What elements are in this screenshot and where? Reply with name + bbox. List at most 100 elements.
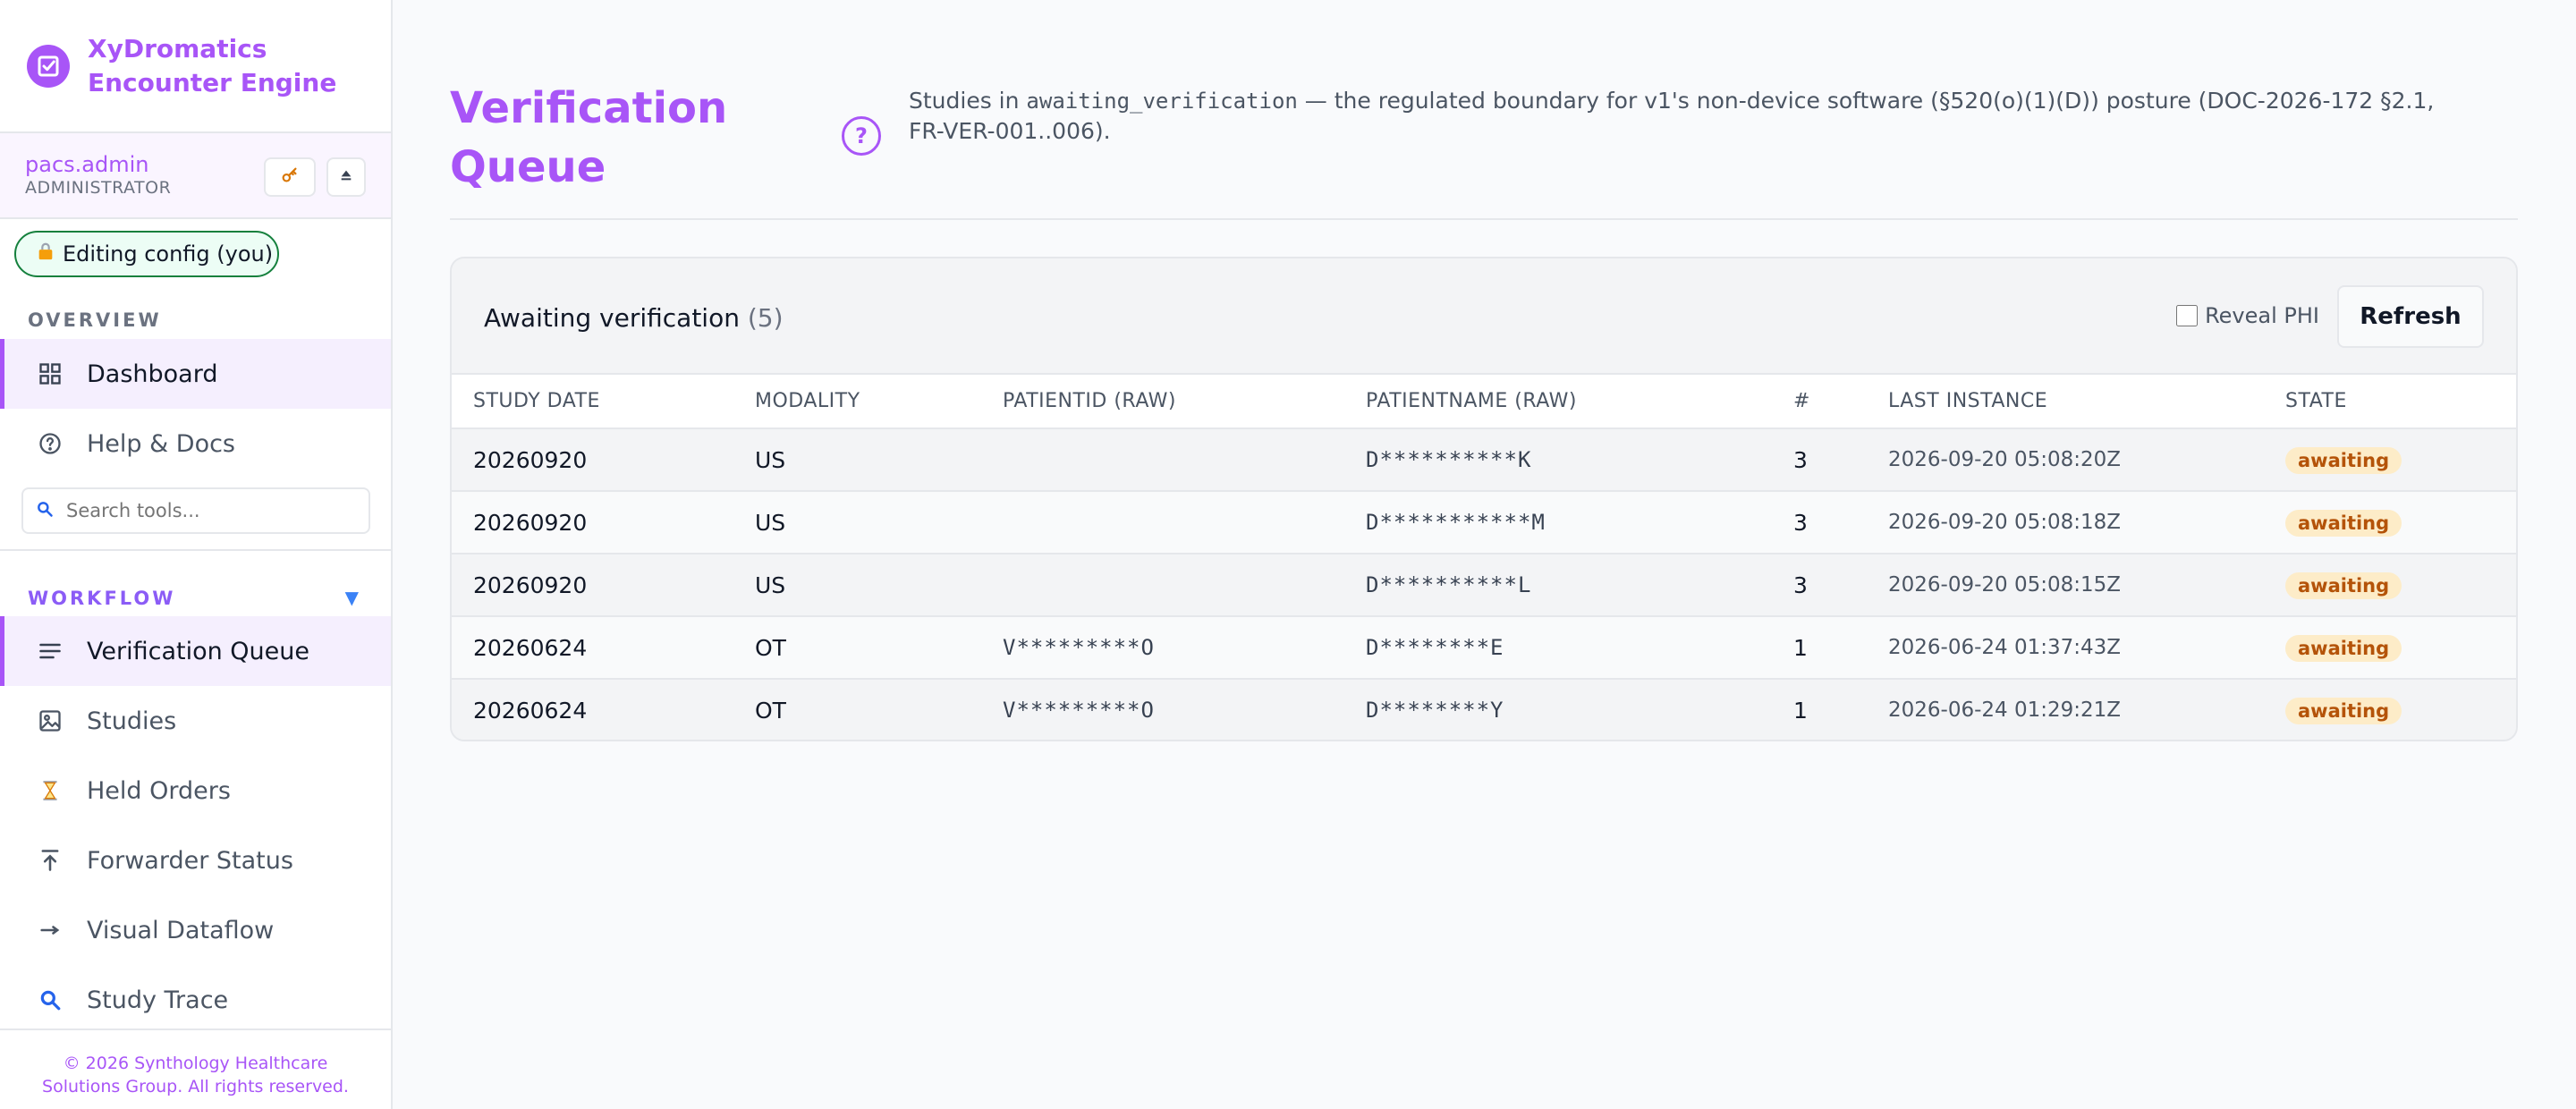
state-badge: awaiting bbox=[2285, 697, 2402, 724]
col-state[interactable]: STATE bbox=[2264, 375, 2516, 429]
cell-study-date: 20260920 bbox=[473, 446, 588, 473]
table-row[interactable]: 20260920 US D**********L 3 2026-09-20 05… bbox=[452, 554, 2516, 616]
eject-icon bbox=[339, 168, 353, 187]
sidebar-item-label: Study Trace bbox=[87, 986, 229, 1014]
section-label-workflow: WORKFLOW bbox=[28, 588, 176, 609]
sidebar-item-label: Visual Dataflow bbox=[87, 916, 275, 944]
table-row[interactable]: 20260920 US D***********M 3 2026-09-20 0… bbox=[452, 491, 2516, 554]
cell-modality: US bbox=[755, 571, 786, 598]
help-question-icon[interactable]: ? bbox=[842, 116, 881, 156]
main-content: Verification Queue ? Studies in awaiting… bbox=[393, 0, 2576, 1109]
cell-patient-id bbox=[981, 428, 1344, 491]
cell-patient-id: V*********O bbox=[1003, 698, 1155, 723]
state-badge: awaiting bbox=[2285, 509, 2402, 537]
footer-line-1: © 2026 Synthology Healthcare bbox=[63, 1054, 328, 1073]
brand-name: XyDromatics Encounter Engine bbox=[88, 32, 336, 100]
col-patient-name[interactable]: PATIENTNAME (RAW) bbox=[1344, 375, 1772, 429]
sidebar-item-verification-queue[interactable]: Verification Queue bbox=[0, 616, 391, 686]
cell-state: awaiting bbox=[2264, 679, 2516, 740]
sidebar-item-study-trace[interactable]: Study Trace bbox=[0, 965, 391, 1035]
tool-search bbox=[21, 487, 370, 534]
cell-last-instance: 2026-09-20 05:08:18Z bbox=[1888, 511, 2122, 534]
table-row[interactable]: 20260624 OT V*********O D********Y 1 202… bbox=[452, 679, 2516, 740]
sidebar-item-studies[interactable]: Studies bbox=[0, 686, 391, 756]
change-password-button[interactable] bbox=[264, 157, 316, 197]
table-header-row: STUDY DATE MODALITY PATIENTID (RAW) PATI… bbox=[452, 375, 2516, 429]
state-badge: awaiting bbox=[2285, 446, 2402, 474]
cell-state: awaiting bbox=[2264, 491, 2516, 554]
cell-patient-name: D**********K bbox=[1366, 447, 1532, 472]
cell-modality: OT bbox=[755, 697, 786, 724]
table-row[interactable]: 20260920 US D**********K 3 2026-09-20 05… bbox=[452, 428, 2516, 491]
sidebar-item-visual-dataflow[interactable]: Visual Dataflow bbox=[0, 895, 391, 965]
hourglass-icon bbox=[36, 776, 64, 805]
sidebar-item-label: Verification Queue bbox=[87, 637, 309, 665]
sidebar-item-help-docs[interactable]: Help & Docs bbox=[0, 409, 391, 478]
cell-study-date: 20260624 bbox=[473, 697, 588, 724]
config-lock-badge[interactable]: Editing config (you) bbox=[14, 231, 279, 277]
col-patient-id[interactable]: PATIENTID (RAW) bbox=[981, 375, 1344, 429]
header-divider bbox=[450, 218, 2518, 220]
sidebar-item-label: Studies bbox=[87, 707, 177, 735]
sidebar: XyDromatics Encounter Engine pacs.admin … bbox=[0, 0, 393, 1109]
sidebar-item-label: Dashboard bbox=[87, 360, 218, 388]
magnifier-icon bbox=[36, 500, 54, 522]
col-modality[interactable]: MODALITY bbox=[733, 375, 981, 429]
table-row[interactable]: 20260624 OT V*********O D********E 1 202… bbox=[452, 616, 2516, 679]
reveal-phi-checkbox[interactable] bbox=[2176, 305, 2199, 326]
cell-patient-id bbox=[981, 491, 1344, 554]
caret-down-icon: ▼ bbox=[344, 587, 359, 608]
magnifier-icon bbox=[36, 986, 64, 1014]
card-title-text: Awaiting verification bbox=[484, 303, 740, 333]
cell-study-date: 20260920 bbox=[473, 509, 588, 536]
cell-modality: US bbox=[755, 446, 786, 473]
user-actions bbox=[264, 157, 366, 197]
search-input[interactable] bbox=[66, 500, 352, 521]
cell-last-instance: 2026-09-20 05:08:15Z bbox=[1888, 573, 2122, 597]
cell-patient-id: V*********O bbox=[1003, 635, 1155, 660]
config-lock-label: Editing config (you) bbox=[63, 241, 274, 267]
sidebar-item-forwarder-status[interactable]: Forwarder Status bbox=[0, 825, 391, 895]
state-badge: awaiting bbox=[2285, 571, 2402, 599]
card-title: Awaiting verification (5) bbox=[484, 303, 784, 333]
page-description: Studies in awaiting_verification — the r… bbox=[909, 86, 2465, 147]
checkbox-logo-icon bbox=[27, 44, 70, 88]
state-badge: awaiting bbox=[2285, 634, 2402, 662]
col-instance-count[interactable]: # bbox=[1772, 375, 1867, 429]
upload-arrow-icon bbox=[36, 846, 64, 875]
reveal-phi-toggle[interactable]: Reveal PHI bbox=[2176, 303, 2319, 328]
cell-study-date: 20260920 bbox=[473, 571, 588, 598]
sidebar-divider bbox=[0, 549, 391, 551]
card-header: Awaiting verification (5) Reveal PHI Ref… bbox=[452, 258, 2516, 375]
brand[interactable]: XyDromatics Encounter Engine bbox=[0, 0, 391, 133]
cell-instance-count: 3 bbox=[1793, 571, 1808, 598]
brand-line-2: Encounter Engine bbox=[88, 67, 337, 97]
question-icon bbox=[36, 429, 64, 458]
list-icon bbox=[36, 637, 64, 665]
collapse-workflow-caret[interactable]: ▼ bbox=[345, 587, 359, 608]
cell-patient-name: D********E bbox=[1366, 635, 1504, 660]
arrow-right-icon bbox=[36, 916, 64, 944]
reveal-phi-label: Reveal PHI bbox=[2205, 303, 2319, 328]
col-study-date[interactable]: STUDY DATE bbox=[452, 375, 733, 429]
col-last-instance[interactable]: LAST INSTANCE bbox=[1867, 375, 2264, 429]
cell-instance-count: 3 bbox=[1793, 446, 1808, 473]
cell-patient-name: D********Y bbox=[1366, 698, 1504, 723]
key-icon bbox=[280, 165, 300, 190]
footer-line-2: Solutions Group. All rights reserved. bbox=[42, 1077, 349, 1096]
grid-icon bbox=[36, 360, 64, 388]
desc-prefix: Studies in bbox=[909, 88, 1027, 114]
cell-state: awaiting bbox=[2264, 616, 2516, 679]
user-block: pacs.admin ADMINISTRATOR bbox=[0, 133, 391, 219]
cell-instance-count: 1 bbox=[1793, 697, 1808, 724]
page-title: Verification Queue bbox=[450, 83, 728, 192]
cell-instance-count: 1 bbox=[1793, 634, 1808, 661]
refresh-button[interactable]: Refresh bbox=[2337, 285, 2484, 348]
cell-last-instance: 2026-06-24 01:29:21Z bbox=[1888, 698, 2122, 722]
cell-modality: US bbox=[755, 509, 786, 536]
sidebar-item-label: Forwarder Status bbox=[87, 846, 293, 875]
cell-last-instance: 2026-09-20 05:08:20Z bbox=[1888, 448, 2122, 471]
sidebar-item-dashboard[interactable]: Dashboard bbox=[0, 339, 391, 409]
sidebar-item-held-orders[interactable]: Held Orders bbox=[0, 756, 391, 825]
logout-button[interactable] bbox=[326, 157, 366, 197]
